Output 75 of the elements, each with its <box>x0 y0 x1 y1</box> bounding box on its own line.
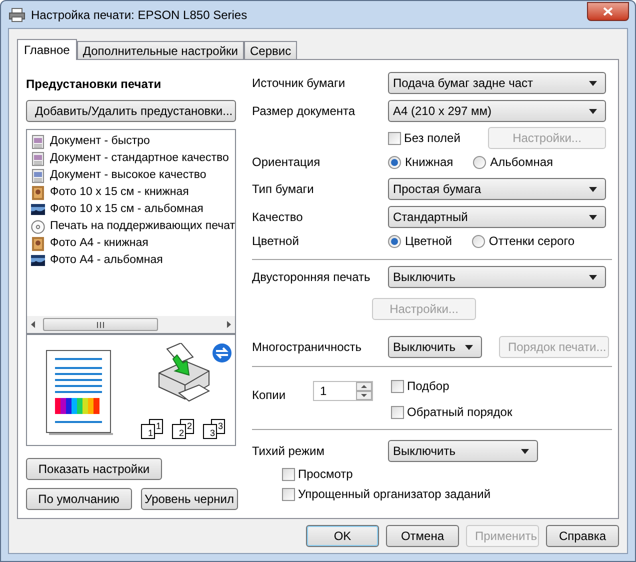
radio-button[interactable] <box>388 234 401 248</box>
field-label: Тихий режим <box>252 443 326 460</box>
caret-icon <box>589 80 597 86</box>
preset-item[interactable]: Печать на поддерживающих печат <box>50 218 235 236</box>
caret-icon <box>521 448 529 454</box>
scroll-right-icon[interactable] <box>227 321 231 328</box>
printer-icon <box>9 8 25 22</box>
add-remove-presets-button[interactable]: Добавить/Удалить предустановки... <box>26 100 236 122</box>
dropdown[interactable]: Подача бумаг задне част <box>388 72 606 94</box>
field-label: Многостраничность <box>252 339 363 356</box>
caret-icon <box>589 274 597 280</box>
preset-item[interactable]: Документ - быстро <box>50 132 150 150</box>
horizontal-scrollbar[interactable] <box>27 316 235 333</box>
checkbox-label: Подбор <box>407 378 450 395</box>
swap-icon <box>212 343 232 363</box>
dialog-button[interactable]: OK <box>306 525 379 547</box>
radio-button[interactable] <box>388 156 401 168</box>
close-icon <box>603 7 613 16</box>
section-title: Предустановки печати <box>26 76 162 93</box>
checkbox-label: Просмотр <box>298 466 353 483</box>
caret-icon <box>465 344 473 350</box>
photo-icon <box>32 236 44 250</box>
checkbox-label: Без полей <box>404 130 460 147</box>
preset-item[interactable]: Документ - стандартное качество <box>50 150 229 168</box>
checkbox[interactable] <box>391 406 404 418</box>
field-label: Копии <box>252 387 287 404</box>
dropdown[interactable]: Простая бумага <box>388 178 606 200</box>
radio-label: Оттенки серого <box>488 233 574 250</box>
document-icon <box>32 152 44 166</box>
show-settings-button[interactable]: Показать настройки <box>26 458 162 480</box>
dropdown[interactable]: Выключить <box>388 440 538 462</box>
dialog-button[interactable]: Отмена <box>386 525 459 547</box>
preset-item[interactable]: Фото 10 x 15 см - альбомная <box>50 200 204 218</box>
field-label: Размер документа <box>252 103 356 120</box>
field-label: Цветной <box>252 233 300 250</box>
photo-icon <box>32 186 44 200</box>
dialog-button[interactable]: Справка <box>546 525 619 547</box>
field-label: Ориентация <box>252 154 322 171</box>
radio-button[interactable] <box>472 234 485 248</box>
disc-icon <box>31 220 45 234</box>
radio-label: Альбомная <box>490 154 554 171</box>
preset-item[interactable]: Фото 10 x 15 см - книжная <box>50 184 189 202</box>
preset-item[interactable]: Фото A4 - книжная <box>50 234 148 252</box>
tab[interactable]: Главное <box>17 39 77 60</box>
checkbox-label: Упрощенный организатор заданий <box>298 486 491 503</box>
caret-icon <box>589 108 597 114</box>
radio-button[interactable] <box>473 156 486 168</box>
dropdown[interactable]: A4 (210 x 297 мм) <box>388 100 606 122</box>
field-label: Источник бумаги <box>252 75 346 92</box>
document-icon <box>32 134 44 148</box>
field-label: Двусторонняя печать <box>252 269 372 286</box>
dropdown[interactable]: Стандартный <box>388 206 606 228</box>
document-icon <box>32 168 44 182</box>
checkbox-label: Обратный порядок <box>407 404 512 421</box>
ink-levels-button[interactable]: Уровень чернил <box>140 488 238 510</box>
field-label: Качество <box>252 209 304 226</box>
preset-item[interactable]: Фото A4 - альбомная <box>50 252 163 270</box>
radio-label: Книжная <box>405 154 454 171</box>
dropdown[interactable]: Выключить <box>388 266 606 288</box>
window-title: Настройка печати: EPSON L850 Series <box>31 6 248 24</box>
checkbox[interactable] <box>282 488 295 500</box>
tab[interactable]: Дополнительные настройки <box>76 41 244 59</box>
tab[interactable]: Сервис <box>244 41 298 59</box>
scroll-left-icon[interactable] <box>31 321 35 328</box>
landscape-photo-icon <box>31 204 45 215</box>
preset-item[interactable]: Документ - высокое качество <box>50 166 206 184</box>
checkbox[interactable] <box>391 380 404 392</box>
checkbox[interactable] <box>282 468 295 480</box>
landscape-photo-icon <box>31 255 45 266</box>
caret-icon <box>589 186 597 192</box>
field-label: Тип бумаги <box>252 181 315 198</box>
close-button[interactable] <box>587 2 629 21</box>
defaults-button[interactable]: По умолчанию <box>26 488 132 510</box>
radio-label: Цветной <box>405 233 452 250</box>
caret-icon <box>589 214 597 220</box>
